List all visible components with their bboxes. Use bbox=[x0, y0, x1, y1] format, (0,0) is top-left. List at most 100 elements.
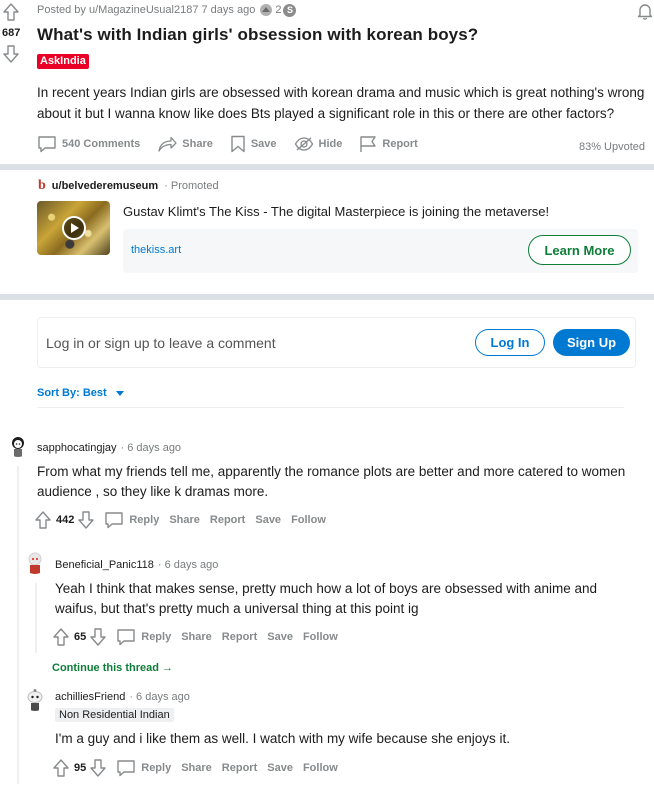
comment-icon bbox=[38, 136, 56, 153]
comment-actions: 442 Reply Share Report Save Follow bbox=[35, 511, 326, 529]
upvote-arrow-icon[interactable] bbox=[53, 759, 69, 777]
comment-actions: 95 Reply Share Report Save Follow bbox=[53, 759, 338, 777]
downvote-arrow-icon[interactable] bbox=[3, 45, 19, 63]
comment-time[interactable]: · 6 days ago bbox=[129, 691, 190, 703]
promoted-label: · Promoted bbox=[164, 180, 219, 192]
report-button[interactable]: Report bbox=[210, 514, 245, 526]
reply-label: Reply bbox=[141, 631, 172, 643]
share-button[interactable]: Share bbox=[181, 631, 212, 643]
post: 687 Posted by u/MagazineUsual2187 7 days… bbox=[0, 0, 654, 164]
avatar-icon bbox=[23, 550, 47, 574]
share-button[interactable]: Share bbox=[181, 762, 212, 774]
share-label: Share bbox=[182, 138, 213, 150]
award-coin-icon: S bbox=[283, 3, 297, 17]
thread-line[interactable] bbox=[17, 466, 19, 784]
avatar[interactable] bbox=[23, 687, 47, 711]
avatar[interactable] bbox=[23, 550, 47, 574]
save-button[interactable]: Save bbox=[267, 631, 293, 643]
share-button[interactable]: Share bbox=[157, 136, 213, 152]
save-button[interactable]: Save bbox=[255, 514, 281, 526]
comment-author[interactable]: sapphocatingjay bbox=[37, 442, 117, 454]
save-button[interactable]: Save bbox=[267, 762, 293, 774]
follow-button[interactable]: Follow bbox=[303, 631, 338, 643]
comment-meta: Beneficial_Panic118 · 6 days ago bbox=[55, 559, 218, 571]
save-label: Save bbox=[250, 138, 277, 150]
avatar[interactable] bbox=[6, 433, 30, 457]
share-button[interactable]: Share bbox=[169, 514, 200, 526]
downvote-arrow-icon[interactable] bbox=[78, 511, 95, 529]
award-count: 2 bbox=[275, 4, 282, 16]
reply-button[interactable]: Reply bbox=[116, 628, 171, 646]
ad-thumbnail[interactable] bbox=[37, 201, 110, 255]
comment-time[interactable]: · 6 days ago bbox=[121, 442, 182, 454]
comment-author[interactable]: Beneficial_Panic118 bbox=[55, 559, 154, 571]
upvote-arrow-icon[interactable] bbox=[53, 628, 69, 646]
hide-button[interactable]: Hide bbox=[294, 136, 342, 152]
post-score: 687 bbox=[2, 27, 21, 39]
post-title[interactable]: What's with Indian girls' obsession with… bbox=[37, 25, 478, 45]
comment-actions: 65 Reply Share Report Save Follow bbox=[53, 628, 338, 646]
upvote-arrow-icon[interactable] bbox=[3, 3, 19, 21]
award-group[interactable]: 2 S bbox=[259, 3, 297, 17]
reply-button[interactable]: Reply bbox=[104, 511, 159, 529]
arrow-right-icon: → bbox=[162, 662, 174, 674]
report-button[interactable]: Report bbox=[359, 135, 418, 153]
ad-domain[interactable]: thekiss.art bbox=[131, 244, 181, 256]
ad-header: b u/belvederemuseum · Promoted bbox=[38, 178, 219, 193]
continue-thread-label: Continue this thread bbox=[52, 662, 159, 674]
comment-meta: achilliesFriend · 6 days ago bbox=[55, 691, 190, 703]
continue-thread-link[interactable]: Continue this thread → bbox=[52, 662, 173, 674]
login-prompt: Log in or sign up to leave a comment bbox=[46, 335, 276, 351]
comment-login-box: Log in or sign up to leave a comment Log… bbox=[37, 317, 636, 368]
share-icon bbox=[158, 136, 177, 152]
post-flair[interactable]: AskIndia bbox=[37, 54, 89, 69]
comment-icon bbox=[117, 629, 135, 646]
downvote-arrow-icon[interactable] bbox=[90, 759, 106, 777]
ad-username[interactable]: u/belvederemuseum bbox=[52, 180, 158, 192]
report-button[interactable]: Report bbox=[222, 631, 257, 643]
comment-body: From what my friends tell me, apparently… bbox=[37, 464, 626, 499]
flag-icon bbox=[360, 136, 377, 152]
reply-label: Reply bbox=[141, 762, 172, 774]
report-button[interactable]: Report bbox=[222, 762, 257, 774]
comment-body: I'm a guy and i like them as well. I wat… bbox=[55, 731, 511, 746]
hide-eye-icon bbox=[294, 137, 313, 151]
comment-score: 65 bbox=[74, 631, 87, 643]
save-button[interactable]: Save bbox=[230, 135, 277, 153]
comment-score: 442 bbox=[56, 514, 75, 526]
downvote-arrow-icon[interactable] bbox=[90, 628, 106, 646]
comments-button[interactable]: 540 Comments bbox=[37, 135, 140, 153]
avatar-icon bbox=[6, 433, 30, 457]
post-actions-bar: 540 Comments Share Save Hide Report bbox=[37, 135, 435, 153]
ad-logo: b bbox=[38, 178, 46, 193]
section-divider bbox=[0, 294, 654, 300]
ad-title[interactable]: Gustav Klimt's The Kiss - The digital Ma… bbox=[123, 204, 549, 219]
sort-dropdown[interactable]: Sort By: Best bbox=[37, 387, 124, 399]
bell-icon[interactable] bbox=[637, 2, 653, 20]
learn-more-button[interactable]: Learn More bbox=[528, 235, 631, 265]
user-flair: Non Residential Indian bbox=[55, 708, 174, 722]
comment-icon bbox=[105, 512, 124, 529]
post-body: In recent years Indian girls are obsesse… bbox=[37, 85, 645, 121]
thread-line[interactable] bbox=[35, 583, 37, 653]
report-label: Report bbox=[382, 138, 418, 150]
comment-body: Yeah I think that makes sense, pretty mu… bbox=[55, 581, 598, 616]
comment-time[interactable]: · 6 days ago bbox=[158, 559, 219, 571]
comment-author[interactable]: achilliesFriend bbox=[55, 691, 125, 703]
upvote-ratio: 83% Upvoted bbox=[578, 141, 645, 153]
promoted-ad[interactable]: b u/belvederemuseum · Promoted Gustav Kl… bbox=[0, 170, 654, 294]
avatar-icon bbox=[23, 687, 47, 711]
signup-button[interactable]: Sign Up bbox=[553, 329, 630, 356]
award-icon bbox=[260, 4, 273, 16]
reply-button[interactable]: Reply bbox=[116, 759, 171, 777]
caret-down-icon bbox=[115, 390, 124, 396]
follow-button[interactable]: Follow bbox=[291, 514, 326, 526]
post-meta: Posted by u/MagazineUsual2187 7 days ago… bbox=[37, 3, 297, 17]
upvote-arrow-icon[interactable] bbox=[35, 511, 51, 529]
login-button[interactable]: Log In bbox=[475, 329, 545, 356]
follow-button[interactable]: Follow bbox=[303, 762, 338, 774]
comment-score: 95 bbox=[74, 762, 87, 774]
play-icon[interactable] bbox=[62, 216, 86, 240]
post-byline[interactable]: Posted by u/MagazineUsual2187 7 days ago bbox=[37, 4, 255, 16]
comment-icon bbox=[117, 760, 135, 777]
